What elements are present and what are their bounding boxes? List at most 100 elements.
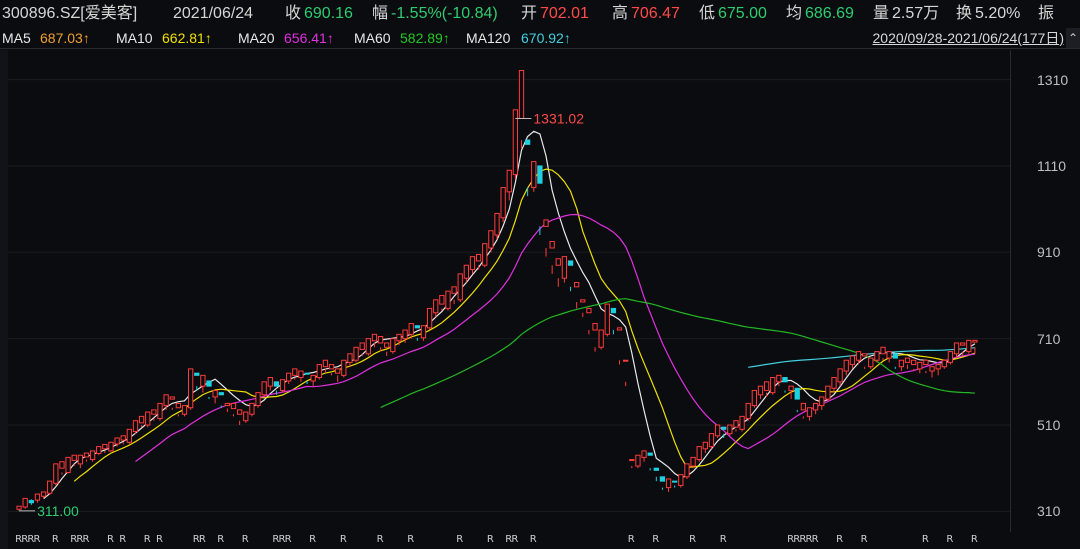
candle-up[interactable] xyxy=(163,394,169,407)
candle-up[interactable] xyxy=(445,290,451,309)
candle-up[interactable] xyxy=(494,212,500,236)
candle-up[interactable] xyxy=(574,282,580,288)
candle-up[interactable] xyxy=(132,420,139,432)
candle-up[interactable] xyxy=(408,323,414,335)
event-marker[interactable]: R xyxy=(971,534,978,545)
candle-up[interactable] xyxy=(506,169,512,193)
candle-up[interactable] xyxy=(641,450,647,458)
candle-up[interactable] xyxy=(59,461,65,469)
candle-up[interactable] xyxy=(89,450,96,461)
candle-up[interactable] xyxy=(708,433,715,448)
candle-up[interactable] xyxy=(83,452,90,458)
candle-up[interactable] xyxy=(292,368,298,376)
candle-up[interactable] xyxy=(22,497,28,508)
candle-up[interactable] xyxy=(788,385,794,391)
candle-up[interactable] xyxy=(371,333,378,342)
candle-up[interactable] xyxy=(426,307,433,329)
event-marker[interactable]: R xyxy=(922,534,929,545)
candle-up[interactable] xyxy=(923,359,929,366)
date-range-link[interactable]: 2020/09/28-2021/06/24(177日) xyxy=(873,28,1064,48)
candle-up[interactable] xyxy=(763,381,770,391)
candle-up[interactable] xyxy=(837,368,843,383)
candle-up[interactable] xyxy=(843,359,849,372)
event-marker[interactable]: R xyxy=(340,534,347,545)
candle-up[interactable] xyxy=(482,243,488,266)
candle-up[interactable] xyxy=(96,446,102,455)
candle-up[interactable] xyxy=(120,435,126,441)
candle-down[interactable] xyxy=(206,380,212,387)
candle-down[interactable] xyxy=(304,372,310,375)
candle-down[interactable] xyxy=(782,377,788,383)
candle-up[interactable] xyxy=(151,409,157,415)
candle-up[interactable] xyxy=(353,346,359,361)
event-marker[interactable]: R xyxy=(530,534,537,545)
candle-up[interactable] xyxy=(935,364,941,370)
candle-up[interactable] xyxy=(187,368,194,409)
candle-up[interactable] xyxy=(138,415,145,424)
candle-up[interactable] xyxy=(286,372,292,382)
candle-up[interactable] xyxy=(335,368,341,374)
candle-up[interactable] xyxy=(555,258,561,266)
candle-up[interactable] xyxy=(806,407,813,417)
candle-up[interactable] xyxy=(623,359,629,362)
candle-up[interactable] xyxy=(237,409,243,415)
candle-up[interactable] xyxy=(47,480,53,494)
candle-up[interactable] xyxy=(512,109,519,176)
candle-up[interactable] xyxy=(874,351,880,361)
left-side-tabs[interactable] xyxy=(0,50,8,549)
candle-up[interactable] xyxy=(500,187,506,219)
candle-up[interactable] xyxy=(972,339,978,343)
candle-down[interactable] xyxy=(273,381,280,387)
candle-up[interactable] xyxy=(71,454,77,461)
event-marker[interactable]: R xyxy=(144,534,151,545)
candle-up[interactable] xyxy=(108,441,114,452)
candle-up[interactable] xyxy=(812,402,819,411)
candle-up[interactable] xyxy=(322,359,329,368)
candle-down[interactable] xyxy=(721,426,727,430)
candle-down[interactable] xyxy=(194,372,200,376)
candle-up[interactable] xyxy=(212,389,218,398)
candle-up[interactable] xyxy=(310,374,316,382)
candle-up[interactable] xyxy=(475,253,482,262)
event-marker[interactable]: R xyxy=(107,534,114,545)
candle-up[interactable] xyxy=(831,377,837,389)
candle-up[interactable] xyxy=(696,446,702,461)
candle-up[interactable] xyxy=(200,374,206,387)
candle-up[interactable] xyxy=(365,338,371,355)
candle-up[interactable] xyxy=(543,219,549,227)
candle-up[interactable] xyxy=(255,392,261,407)
candle-up[interactable] xyxy=(598,329,604,348)
event-marker[interactable]: R xyxy=(946,534,953,545)
candle-up[interactable] xyxy=(727,424,733,435)
candle-up[interactable] xyxy=(157,402,163,420)
event-marker[interactable]: R xyxy=(628,534,635,545)
candle-up[interactable] xyxy=(298,370,304,379)
candle-up[interactable] xyxy=(469,256,476,271)
event-marker[interactable]: R xyxy=(217,534,224,545)
candle-up[interactable] xyxy=(390,338,396,353)
event-marker[interactable]: R xyxy=(199,534,206,545)
event-marker[interactable]: R xyxy=(285,534,292,545)
event-marker[interactable]: R xyxy=(407,534,414,545)
candle-up[interactable] xyxy=(488,230,494,249)
candle-down[interactable] xyxy=(647,452,653,456)
candle-up[interactable] xyxy=(629,459,635,462)
candle-up[interactable] xyxy=(776,374,782,383)
candle-up[interactable] xyxy=(16,505,22,510)
candle-up[interactable] xyxy=(175,402,182,409)
candle-up[interactable] xyxy=(463,264,470,279)
candle-up[interactable] xyxy=(616,327,623,331)
event-marker[interactable]: R xyxy=(720,534,727,545)
candle-up[interactable] xyxy=(770,377,776,394)
event-marker[interactable]: R xyxy=(652,534,659,545)
candle-up[interactable] xyxy=(592,323,598,331)
candle-up[interactable] xyxy=(377,335,384,344)
candle-up[interactable] xyxy=(53,463,59,484)
event-marker[interactable]: R xyxy=(52,534,59,545)
event-marker[interactable]: R xyxy=(861,534,868,545)
event-marker[interactable]: R xyxy=(82,534,89,545)
candle-up[interactable] xyxy=(420,325,427,339)
candle-up[interactable] xyxy=(126,428,133,443)
collapse-button[interactable]: ⌃ xyxy=(1066,28,1080,48)
candle-up[interactable] xyxy=(586,307,592,314)
